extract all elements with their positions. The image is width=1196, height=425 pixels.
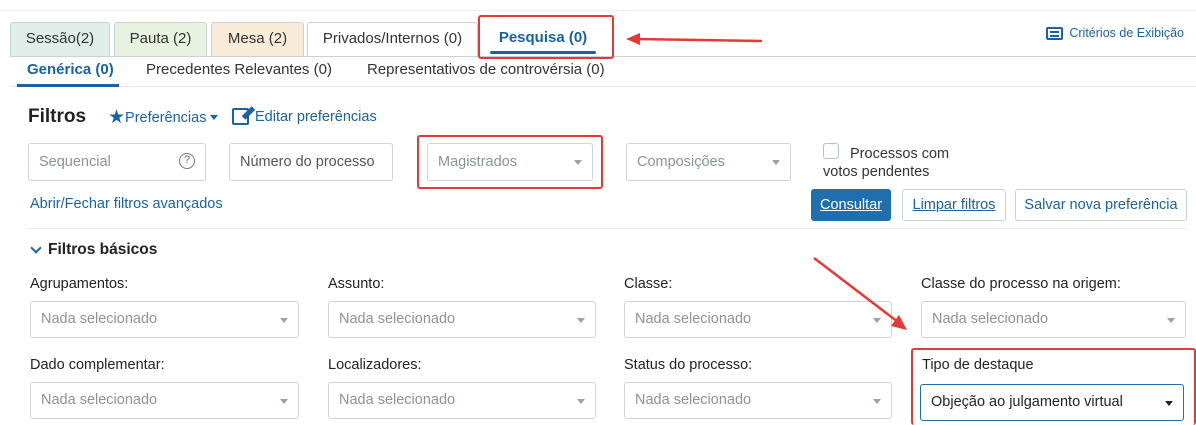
arrow-to-pesquisa bbox=[626, 33, 763, 45]
arrow-to-tipo-destaque bbox=[813, 257, 907, 330]
annotation-arrows bbox=[626, 33, 907, 330]
